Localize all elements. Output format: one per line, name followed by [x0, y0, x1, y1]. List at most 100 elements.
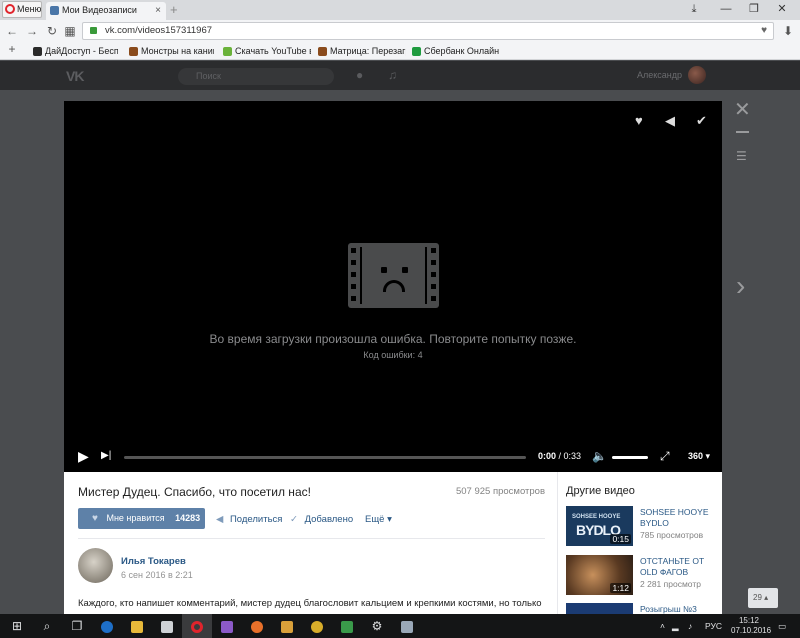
- next-video-chevron-icon[interactable]: ›: [736, 272, 745, 300]
- minimize-video-icon[interactable]: [736, 131, 749, 133]
- added-label: Добавлено: [304, 514, 354, 525]
- divider: [78, 538, 545, 539]
- close-window-button[interactable]: ✕: [768, 0, 796, 20]
- new-tab-button[interactable]: +: [170, 2, 178, 18]
- like-button[interactable]: ♥ Мне нравится 14283: [78, 508, 205, 529]
- user-avatar[interactable]: [688, 66, 706, 84]
- playlist-icon[interactable]: ☰: [736, 149, 747, 163]
- related-video-title[interactable]: ОТСТАНЬТЕ ОТ OLD ФАГОВ: [640, 556, 720, 578]
- user-name[interactable]: Александр: [637, 70, 682, 80]
- error-film-sad-icon: [348, 243, 439, 308]
- task-view-icon[interactable]: ❐: [62, 614, 92, 638]
- bookmark-item[interactable]: Сбербанк Онлайн: [412, 45, 502, 57]
- badge-count: 29: [753, 593, 762, 602]
- browser-tab-bar: Меню Мои Видеозаписи × + ⤓ — ❐ ✕: [0, 0, 800, 20]
- share-megaphone-icon: ◀: [216, 514, 224, 525]
- fullscreen-icon[interactable]: ⤢: [660, 448, 670, 464]
- edge-browser-icon[interactable]: [92, 614, 122, 638]
- search-icon[interactable]: ⌕: [32, 614, 62, 638]
- added-button[interactable]: ✓ Добавлено: [290, 514, 353, 525]
- forward-arrow-icon[interactable]: →: [24, 22, 40, 40]
- vk-logo[interactable]: VK: [66, 68, 84, 84]
- notifications-icon[interactable]: ▭: [778, 614, 786, 638]
- bookmark-heart-icon[interactable]: ♥: [761, 23, 767, 39]
- video-duration: 0:15: [610, 534, 631, 544]
- video-player[interactable]: ♥ ◀ ✔ Во время загрузки произошла ошибка…: [64, 101, 722, 472]
- bookmark-item[interactable]: Матрица: Перезагру: [318, 45, 406, 57]
- windows-start-icon[interactable]: ⊞: [2, 614, 32, 638]
- app-icon[interactable]: [332, 614, 362, 638]
- bookmark-favicon-icon: [412, 47, 421, 56]
- app-icon[interactable]: [392, 614, 422, 638]
- clock-date: 07.10.2016: [731, 626, 772, 635]
- related-video-item[interactable]: Розыгрыш №3: [566, 603, 718, 614]
- related-video-item[interactable]: SOHSEE HOOYE BYDLO 0:15 SOHSEE HOOYE BYD…: [566, 506, 718, 546]
- tray-chevron-icon[interactable]: ˄: [660, 614, 665, 638]
- download-arrow-icon[interactable]: ⬇: [780, 22, 796, 40]
- related-video-title[interactable]: SOHSEE HOOYE BYDLO: [640, 507, 720, 529]
- tab-my-videos[interactable]: Мои Видеозаписи ×: [46, 2, 166, 20]
- share-label: Поделиться: [229, 514, 283, 525]
- search-placeholder: Поиск: [196, 71, 221, 81]
- stash-icon[interactable]: ⤓: [680, 0, 708, 20]
- windows-taskbar: ⊞ ⌕ ❐ ⚙ ˄ ▂ ♪ РУС 15:12 07.10.2016 ▭: [0, 614, 800, 638]
- volume-slider[interactable]: [612, 456, 648, 459]
- volume-speaker-icon[interactable]: 🔈: [592, 448, 607, 464]
- bookmark-item[interactable]: Монстры на каникул: [129, 45, 214, 57]
- player-app-icon[interactable]: [272, 614, 302, 638]
- like-heart-icon[interactable]: ♥: [635, 113, 643, 128]
- related-video-item[interactable]: 1:12 ОТСТАНЬТЕ ОТ OLD ФАГОВ 2 281 просмо…: [566, 555, 718, 595]
- scroll-up-badge[interactable]: 29 ▴: [748, 588, 778, 608]
- video-duration: 1:12: [610, 583, 631, 593]
- share-megaphone-icon[interactable]: ◀: [665, 113, 675, 129]
- volume-icon[interactable]: ♪: [688, 614, 692, 638]
- file-explorer-icon[interactable]: [122, 614, 152, 638]
- progress-bar[interactable]: [124, 456, 526, 459]
- language-indicator[interactable]: РУС: [705, 614, 722, 638]
- firefox-icon[interactable]: [242, 614, 272, 638]
- opera-menu-button[interactable]: Меню: [2, 1, 42, 18]
- more-button[interactable]: Ещё ▾: [365, 514, 392, 525]
- comment-date[interactable]: 6 сен 2016 в 2:21: [121, 570, 193, 580]
- related-video-title[interactable]: Розыгрыш №3: [640, 604, 718, 614]
- back-arrow-icon[interactable]: ←: [4, 22, 20, 40]
- address-bar[interactable]: vk.com/videos157311967 ♥: [82, 22, 774, 40]
- settings-gear-icon[interactable]: ⚙: [362, 614, 392, 638]
- opera-taskbar-icon[interactable]: [182, 614, 212, 638]
- secure-lock-icon: [90, 27, 97, 34]
- minimize-button[interactable]: —: [712, 0, 740, 20]
- store-icon[interactable]: [152, 614, 182, 638]
- vk-search-input[interactable]: Поиск: [178, 68, 334, 85]
- notifications-bell-icon[interactable]: ●: [356, 68, 363, 82]
- play-icon[interactable]: ▶: [78, 448, 89, 464]
- system-clock[interactable]: 15:12 07.10.2016: [731, 616, 772, 636]
- network-icon[interactable]: ▂: [672, 614, 679, 638]
- video-thumbnail[interactable]: SOHSEE HOOYE BYDLO 0:15: [566, 506, 633, 546]
- related-heading: Другие видео: [566, 485, 635, 497]
- video-thumbnail[interactable]: [566, 603, 633, 614]
- related-videos-sidebar: Другие видео SOHSEE HOOYE BYDLO 0:15 SOH…: [557, 472, 722, 614]
- added-check-icon[interactable]: ✔: [696, 113, 707, 129]
- speed-dial-grid-icon[interactable]: ▦: [62, 22, 78, 40]
- time-current: 0:00: [538, 451, 557, 461]
- comment-author-name[interactable]: Илья Токарев: [121, 556, 186, 567]
- bookmark-item[interactable]: ДайДоступ - Беспла: [33, 45, 118, 57]
- music-note-icon[interactable]: ♫: [388, 68, 397, 82]
- next-track-icon[interactable]: ▶|: [101, 448, 111, 464]
- comment-author-avatar[interactable]: [78, 548, 113, 583]
- reload-icon[interactable]: ↻: [44, 22, 60, 40]
- video-thumbnail[interactable]: 1:12: [566, 555, 633, 595]
- thumbnail-caption: SOHSEE HOOYE: [572, 514, 621, 520]
- media-app-icon[interactable]: [212, 614, 242, 638]
- maximize-button[interactable]: ❐: [740, 0, 768, 20]
- bookmark-label: Монстры на каникул: [141, 46, 214, 56]
- tab-close-icon[interactable]: ×: [155, 2, 161, 19]
- add-bookmark-plus-icon[interactable]: +: [4, 40, 20, 58]
- share-button[interactable]: ◀ Поделиться: [216, 514, 282, 525]
- bookmark-item[interactable]: Скачать YouTube ви: [223, 45, 311, 57]
- quality-selector[interactable]: 360 ▾: [688, 451, 710, 462]
- bookmark-favicon-icon: [33, 47, 42, 56]
- chrome-icon[interactable]: [302, 614, 332, 638]
- close-video-icon[interactable]: ✕: [734, 100, 751, 120]
- menu-label: Меню: [17, 4, 42, 14]
